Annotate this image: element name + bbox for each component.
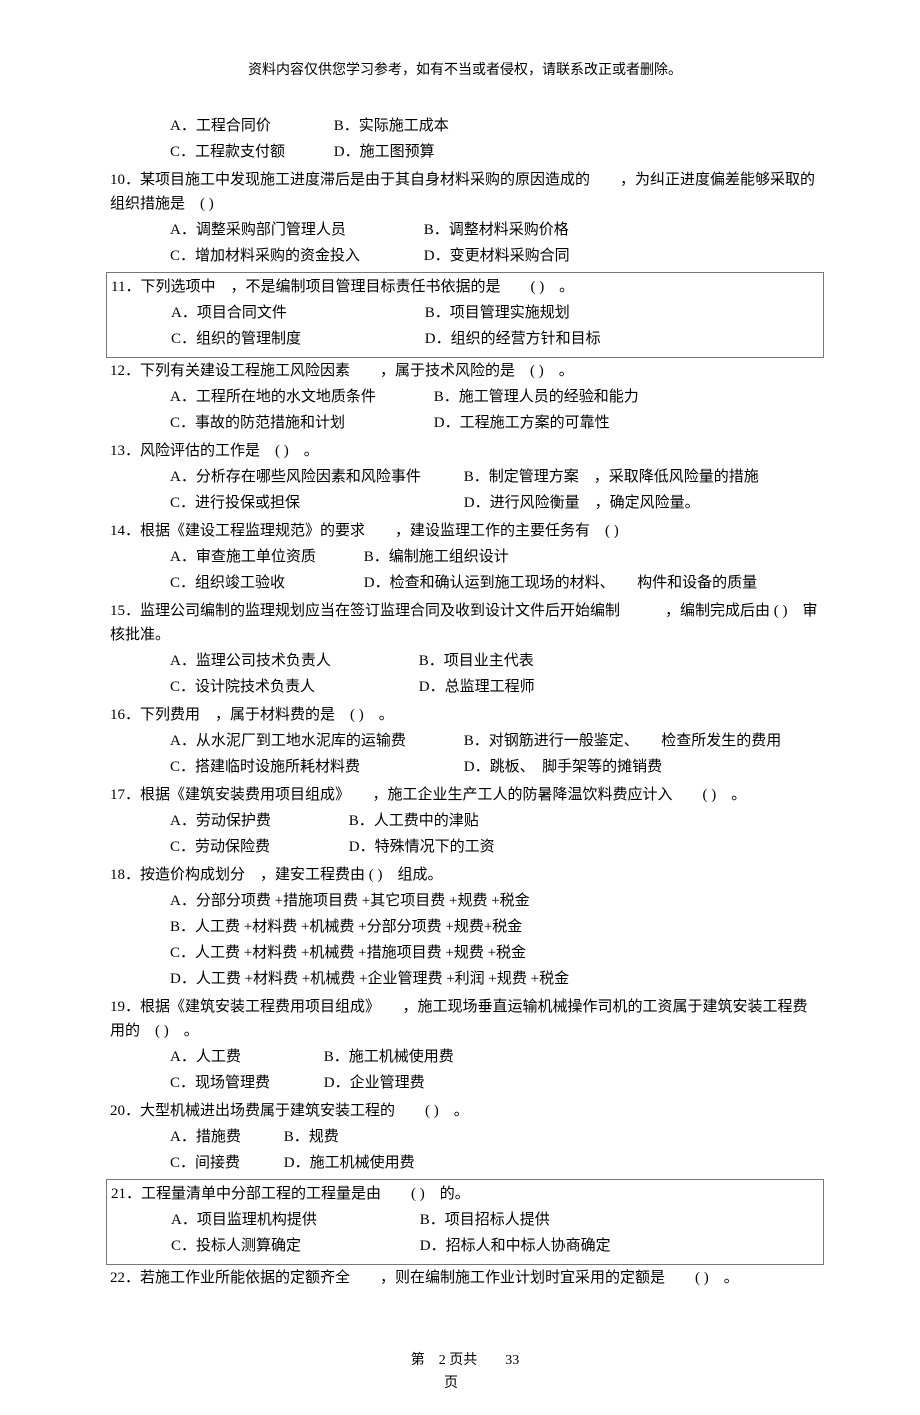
option-c: C．搭建临时设施所耗材料费 — [170, 755, 460, 779]
question-stem: 20．大型机械进出场费属于建筑安装工程的 ( ) 。 — [110, 1099, 820, 1123]
option-d: D．工程施工方案的可靠性 — [434, 411, 610, 435]
question-11-box: 11．下列选项中 ，不是编制项目管理目标责任书依据的是 ( ) 。 A．项目合同… — [106, 272, 824, 358]
option-b: B．实际施工成本 — [334, 114, 449, 138]
option-c: C．人工费 +材料费 +机械费 +措施项目费 +规费 +税金 — [170, 941, 526, 965]
option-c: C．事故的防范措施和计划 — [170, 411, 430, 435]
option-a: A．分析存在哪些风险因素和风险事件 — [170, 465, 460, 489]
question-stem: 21．工程量清单中分部工程的工程量是由 ( ) 的。 — [111, 1182, 819, 1206]
question-12: 12．下列有关建设工程施工风险因素 ，属于技术风险的是 ( ) 。 A．工程所在… — [110, 359, 820, 435]
question-stem: 10．某项目施工中发现施工进度滞后是由于其自身材料采购的原因造成的 ，为纠正进度… — [110, 168, 820, 216]
question-stem: 12．下列有关建设工程施工风险因素 ，属于技术风险的是 ( ) 。 — [110, 359, 820, 383]
option-a: A．监理公司技术负责人 — [170, 649, 415, 673]
question-10: 10．某项目施工中发现施工进度滞后是由于其自身材料采购的原因造成的 ，为纠正进度… — [110, 168, 820, 268]
question-18: 18．按造价构成划分 ，建安工程费由 ( ) 组成。 A．分部分项费 +措施项目… — [110, 863, 820, 991]
option-d: D．检查和确认运到施工现场的材料、 构件和设备的质量 — [364, 571, 757, 595]
option-b: B．施工机械使用费 — [324, 1045, 454, 1069]
option-d: D．施工机械使用费 — [284, 1151, 415, 1175]
option-c: C．间接费 — [170, 1151, 280, 1175]
option-a: A．调整采购部门管理人员 — [170, 218, 420, 242]
option-d: D．人工费 +材料费 +机械费 +企业管理费 +利润 +规费 +税金 — [170, 967, 569, 991]
question-stem: 15．监理公司编制的监理规划应当在签订监理合同及收到设计文件后开始编制 ，编制完… — [110, 599, 820, 647]
option-d: D．进行风险衡量 ，确定风险量。 — [464, 491, 700, 515]
option-c: C．现场管理费 — [170, 1071, 320, 1095]
question-17: 17．根据《建筑安装费用项目组成》 ，施工企业生产工人的防暑降温饮料费应计入 (… — [110, 783, 820, 859]
option-d: D．企业管理费 — [324, 1071, 425, 1095]
option-a: A．审查施工单位资质 — [170, 545, 360, 569]
option-b: B．人工费 +材料费 +机械费 +分部分项费 +规费+税金 — [170, 915, 522, 939]
option-c: C．组织的管理制度 — [171, 327, 421, 351]
question-21: 21．工程量清单中分部工程的工程量是由 ( ) 的。 A．项目监理机构提供 B．… — [111, 1182, 819, 1258]
question-stem: 22．若施工作业所能依据的定额齐全 ，则在编制施工作业计划时宜采用的定额是 ( … — [110, 1266, 820, 1290]
option-b: B．施工管理人员的经验和能力 — [434, 385, 639, 409]
option-d: D．跳板、 脚手架等的摊销费 — [464, 755, 662, 779]
header-notice: 资料内容仅供您学习参考，如有不当或者侵权，请联系改正或者删除。 — [110, 60, 820, 82]
option-b: B．调整材料采购价格 — [424, 218, 569, 242]
option-c: C．进行投保或担保 — [170, 491, 460, 515]
option-c: C．设计院技术负责人 — [170, 675, 415, 699]
option-b: B．规费 — [284, 1125, 339, 1149]
footer-text-line2: 页 — [82, 1373, 820, 1395]
option-a: A．工程合同价 — [170, 114, 330, 138]
option-a: A．劳动保护费 — [170, 809, 345, 833]
question-22: 22．若施工作业所能依据的定额齐全 ，则在编制施工作业计划时宜采用的定额是 ( … — [110, 1266, 820, 1290]
option-b: B．项目招标人提供 — [420, 1208, 550, 1232]
footer-text: 第 2 页共 33 — [411, 1353, 520, 1368]
question-11: 11．下列选项中 ，不是编制项目管理目标责任书依据的是 ( ) 。 A．项目合同… — [111, 275, 819, 351]
option-b: B．对钢筋进行一般鉴定、 检查所发生的费用 — [464, 729, 782, 753]
option-d: D．施工图预算 — [334, 140, 435, 164]
option-d: D．组织的经营方针和目标 — [425, 327, 601, 351]
option-a: A．从水泥厂到工地水泥库的运输费 — [170, 729, 460, 753]
page-footer: 第 2 页共 33 页 — [110, 1350, 820, 1395]
question-19: 19．根据《建筑安装工程费用项目组成》 ，施工现场垂直运输机械操作司机的工资属于… — [110, 995, 820, 1095]
option-b: B．项目业主代表 — [419, 649, 534, 673]
question-stem: 13．风险评估的工作是 ( ) 。 — [110, 439, 820, 463]
option-c: C．组织竣工验收 — [170, 571, 360, 595]
option-b: B．编制施工组织设计 — [364, 545, 509, 569]
option-c: C．工程款支付额 — [170, 140, 330, 164]
option-d: D．变更材料采购合同 — [424, 244, 570, 268]
option-b: B．制定管理方案 ，采取降低风险量的措施 — [464, 465, 759, 489]
option-a: A．人工费 — [170, 1045, 320, 1069]
question-14: 14．根据《建设工程监理规范》的要求 ，建设监理工作的主要任务有 ( ) A．审… — [110, 519, 820, 595]
option-a: A．项目监理机构提供 — [171, 1208, 416, 1232]
question-stem: 18．按造价构成划分 ，建安工程费由 ( ) 组成。 — [110, 863, 820, 887]
option-d: D．总监理工程师 — [419, 675, 535, 699]
option-d: D．招标人和中标人协商确定 — [420, 1234, 611, 1258]
question-15: 15．监理公司编制的监理规划应当在签订监理合同及收到设计文件后开始编制 ，编制完… — [110, 599, 820, 699]
question-stem: 17．根据《建筑安装费用项目组成》 ，施工企业生产工人的防暑降温饮料费应计入 (… — [110, 783, 820, 807]
question-16: 16．下列费用 ，属于材料费的是 ( ) 。 A．从水泥厂到工地水泥库的运输费 … — [110, 703, 820, 779]
option-d: D．特殊情况下的工资 — [349, 835, 495, 859]
question-9-partial: A．工程合同价 B．实际施工成本 C．工程款支付额 D．施工图预算 — [110, 114, 820, 164]
option-c: C．投标人测算确定 — [171, 1234, 416, 1258]
question-stem: 14．根据《建设工程监理规范》的要求 ，建设监理工作的主要任务有 ( ) — [110, 519, 820, 543]
option-b: B．人工费中的津贴 — [349, 809, 479, 833]
question-stem: 16．下列费用 ，属于材料费的是 ( ) 。 — [110, 703, 820, 727]
option-c: C．劳动保险费 — [170, 835, 345, 859]
page-content: 资料内容仅供您学习参考，如有不当或者侵权，请联系改正或者删除。 A．工程合同价 … — [0, 0, 920, 1415]
option-c: C．增加材料采购的资金投入 — [170, 244, 420, 268]
question-20: 20．大型机械进出场费属于建筑安装工程的 ( ) 。 A．措施费 B．规费 C．… — [110, 1099, 820, 1175]
question-21-box: 21．工程量清单中分部工程的工程量是由 ( ) 的。 A．项目监理机构提供 B．… — [106, 1179, 824, 1265]
question-stem: 11．下列选项中 ，不是编制项目管理目标责任书依据的是 ( ) 。 — [111, 275, 819, 299]
option-b: B．项目管理实施规划 — [425, 301, 570, 325]
option-a: A．项目合同文件 — [171, 301, 421, 325]
option-a: A．分部分项费 +措施项目费 +其它项目费 +规费 +税金 — [170, 889, 530, 913]
option-a: A．工程所在地的水文地质条件 — [170, 385, 430, 409]
question-stem: 19．根据《建筑安装工程费用项目组成》 ，施工现场垂直运输机械操作司机的工资属于… — [110, 995, 820, 1043]
option-a: A．措施费 — [170, 1125, 280, 1149]
question-13: 13．风险评估的工作是 ( ) 。 A．分析存在哪些风险因素和风险事件 B．制定… — [110, 439, 820, 515]
